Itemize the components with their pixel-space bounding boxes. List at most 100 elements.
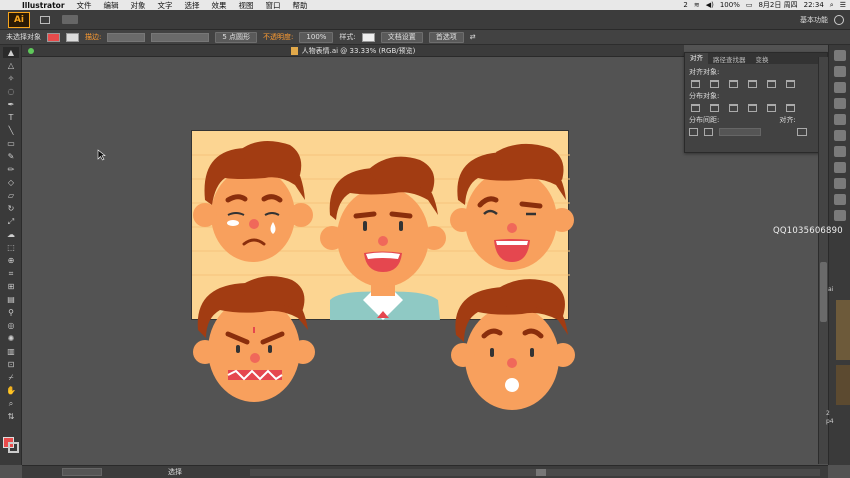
vertical-scrollbar[interactable]	[818, 57, 828, 464]
artboards-panel-icon[interactable]	[834, 210, 846, 221]
tab-pathfinder[interactable]: 路径查找器	[708, 54, 751, 64]
align-bottom-icon[interactable]	[786, 80, 795, 88]
swatches-panel-icon[interactable]	[834, 114, 846, 125]
type-tool-icon[interactable]: T	[3, 112, 19, 123]
align-top-icon[interactable]	[748, 80, 757, 88]
symbols-panel-icon[interactable]	[834, 146, 846, 157]
variable-width-dropdown[interactable]	[151, 32, 210, 42]
align-left-icon[interactable]	[691, 80, 700, 88]
volume-icon[interactable]: ◀)	[706, 1, 714, 9]
lasso-tool-icon[interactable]: ◌	[3, 86, 19, 97]
shaper-tool-icon[interactable]: ◇	[3, 177, 19, 188]
eraser-tool-icon[interactable]: ▱	[3, 190, 19, 201]
rotate-tool-icon[interactable]: ↻	[3, 203, 19, 214]
graphic-style-swatch[interactable]	[361, 32, 375, 42]
horizontal-scroll-thumb[interactable]	[536, 469, 546, 476]
brushes-panel-icon[interactable]	[834, 130, 846, 141]
align-horizontal-center-icon[interactable]	[710, 80, 719, 88]
free-transform-tool-icon[interactable]: ⬚	[3, 242, 19, 253]
mesh-tool-icon[interactable]: ⊞	[3, 281, 19, 292]
horizontal-scrollbar[interactable]	[250, 469, 820, 476]
spotlight-icon[interactable]: ⌕	[830, 1, 834, 10]
fill-stroke-indicator[interactable]	[3, 437, 19, 453]
menu-select[interactable]: 选择	[179, 0, 206, 11]
pencil-tool-icon[interactable]: ✏	[3, 164, 19, 175]
menu-file[interactable]: 文件	[71, 0, 98, 11]
hand-tool-icon[interactable]: ✋	[3, 385, 19, 396]
eyedropper-tool-icon[interactable]: ⚲	[3, 307, 19, 318]
distribute-right-icon[interactable]	[786, 104, 795, 112]
battery-percent[interactable]: 100%	[720, 1, 740, 9]
stroke-weight-field[interactable]	[107, 32, 146, 42]
artboard[interactable]	[191, 130, 570, 320]
warp-tool-icon[interactable]: ☁	[3, 229, 19, 240]
notification-badge[interactable]: 2	[683, 1, 687, 9]
column-graph-tool-icon[interactable]: ▥	[3, 346, 19, 357]
search-icon[interactable]	[834, 14, 844, 25]
opacity-label[interactable]: 不透明度:	[263, 32, 293, 42]
blend-tool-icon[interactable]: ◎	[3, 320, 19, 331]
slice-tool-icon[interactable]: ⌿	[3, 372, 19, 383]
appearance-panel-icon[interactable]	[834, 50, 846, 61]
magic-wand-tool-icon[interactable]: ✧	[3, 73, 19, 84]
artboard-tool-icon[interactable]: ⊡	[3, 359, 19, 370]
opacity-field[interactable]: 100%	[299, 31, 334, 43]
distribute-top-icon[interactable]	[691, 104, 700, 112]
bridge-icon[interactable]	[40, 15, 50, 24]
fill-swatch[interactable]	[47, 32, 60, 42]
paintbrush-tool-icon[interactable]: ✎	[3, 151, 19, 162]
distribute-bottom-icon[interactable]	[729, 104, 738, 112]
app-menu[interactable]: Illustrator	[16, 1, 71, 10]
document-setup-button[interactable]: 文档设置	[380, 31, 423, 43]
tab-transform[interactable]: 变换	[751, 54, 774, 64]
graphic-styles-panel-icon[interactable]	[834, 66, 846, 77]
shape-builder-tool-icon[interactable]: ⊕	[3, 255, 19, 266]
menu-window[interactable]: 窗口	[260, 0, 287, 11]
arrange-documents-icon[interactable]	[62, 15, 78, 24]
stroke-panel-icon[interactable]	[834, 162, 846, 173]
menu-view[interactable]: 视图	[233, 0, 260, 11]
document-tab[interactable]: 人物表情.ai @ 33.33% (RGB/预览)	[22, 45, 684, 57]
stroke-label[interactable]: 描边:	[85, 32, 101, 42]
time-label[interactable]: 22:34	[804, 1, 824, 9]
selection-tool-icon[interactable]: ▲	[3, 47, 19, 58]
spacing-value-field[interactable]	[719, 128, 761, 136]
workspace-switcher[interactable]: 基本功能	[800, 15, 828, 25]
stroke-swatch[interactable]	[66, 32, 79, 42]
gradient-tool-icon[interactable]: ▤	[3, 294, 19, 305]
menu-edit[interactable]: 编辑	[98, 0, 125, 11]
tab-align[interactable]: 对齐	[685, 53, 708, 64]
preferences-button[interactable]: 首选项	[428, 31, 464, 43]
menu-type[interactable]: 文字	[152, 0, 179, 11]
menu-effect[interactable]: 效果	[206, 0, 233, 11]
align-vertical-center-icon[interactable]	[767, 80, 776, 88]
window-button-icon[interactable]	[28, 48, 34, 54]
distribute-left-icon[interactable]	[748, 104, 757, 112]
symbol-sprayer-tool-icon[interactable]: ✺	[3, 333, 19, 344]
line-tool-icon[interactable]: ╲	[3, 125, 19, 136]
artboard-navigation-field[interactable]	[62, 468, 102, 476]
distribute-horizontal-center-icon[interactable]	[767, 104, 776, 112]
pen-tool-icon[interactable]: ✒	[3, 99, 19, 110]
wifi-icon[interactable]: ≋	[694, 1, 700, 9]
notification-center-icon[interactable]: ☰	[840, 1, 846, 9]
menu-object[interactable]: 对象	[125, 0, 152, 11]
rectangle-tool-icon[interactable]: ▭	[3, 138, 19, 149]
zoom-tool-icon[interactable]: ⌕	[3, 398, 19, 409]
transparency-panel-icon[interactable]	[834, 194, 846, 205]
swap-colors-icon[interactable]: ⇅	[3, 411, 19, 422]
align-to-dropdown-icon[interactable]	[797, 128, 807, 136]
arrange-icon[interactable]: ⇄	[470, 33, 476, 41]
align-right-icon[interactable]	[729, 80, 738, 88]
brush-dropdown[interactable]: 5 点圆形	[215, 31, 258, 43]
perspective-grid-tool-icon[interactable]: ⌗	[3, 268, 19, 279]
gradient-panel-icon[interactable]	[834, 178, 846, 189]
horizontal-distribute-space-icon[interactable]	[704, 128, 713, 136]
layers-panel-icon[interactable]	[834, 82, 846, 93]
scale-tool-icon[interactable]: ⤢	[3, 216, 19, 227]
distribute-vertical-center-icon[interactable]	[710, 104, 719, 112]
menu-help[interactable]: 帮助	[287, 0, 314, 11]
date-label[interactable]: 8月2日 周四	[758, 0, 797, 10]
vertical-scroll-thumb[interactable]	[820, 262, 827, 322]
color-panel-icon[interactable]	[834, 98, 846, 109]
